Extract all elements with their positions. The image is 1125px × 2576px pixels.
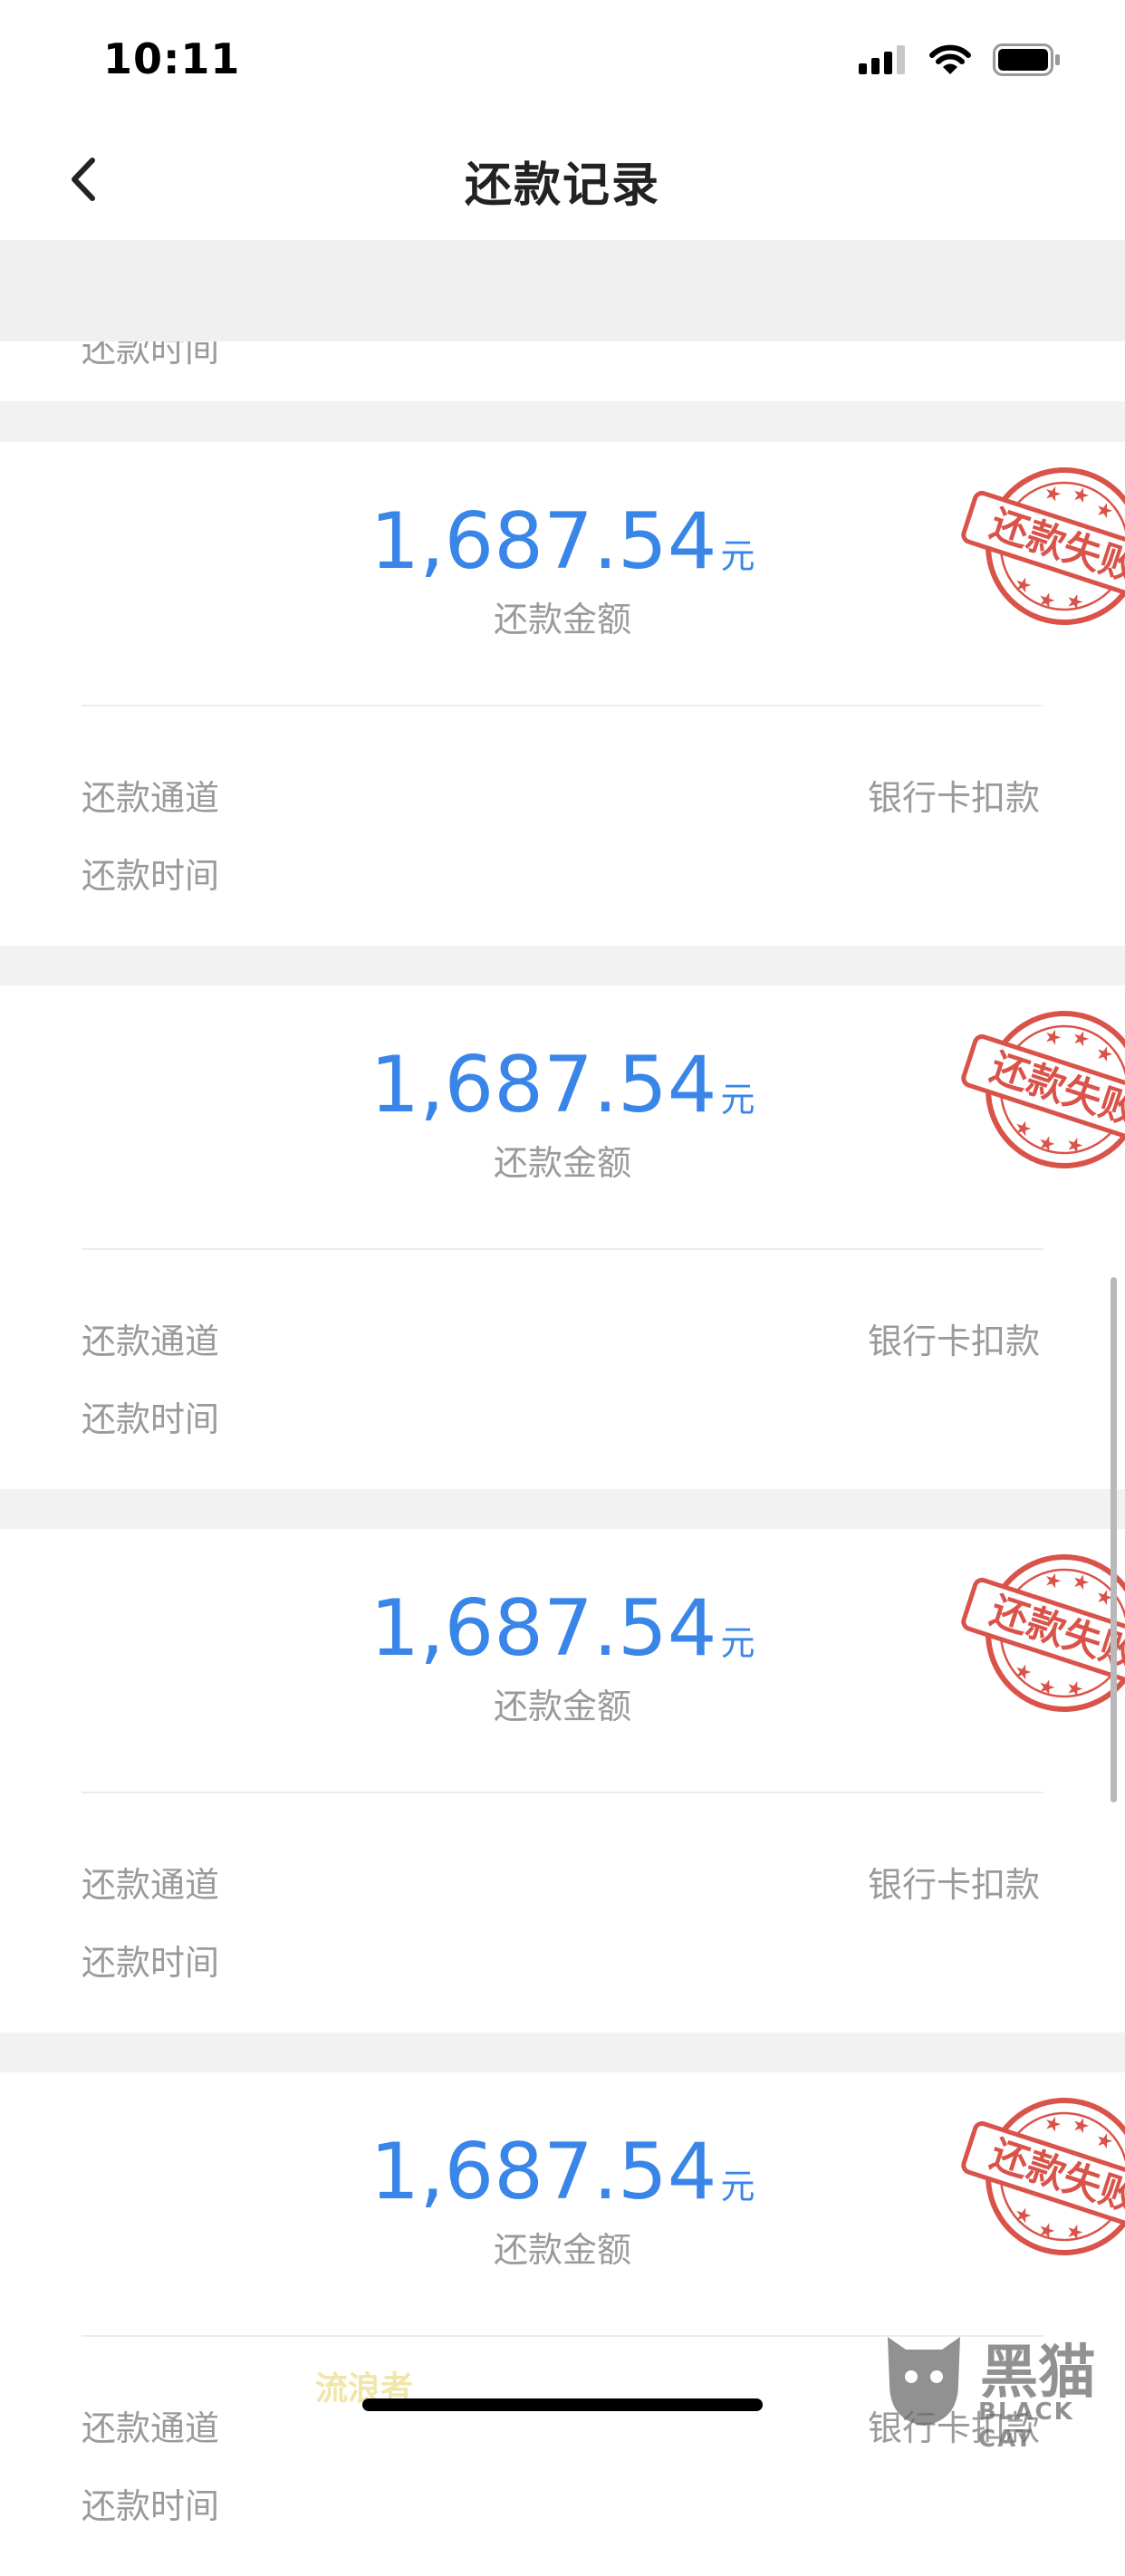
status-icons xyxy=(859,42,1062,78)
divider xyxy=(82,1792,1043,1793)
svg-text:★: ★ xyxy=(1011,1659,1034,1687)
header-band xyxy=(0,240,1125,341)
watermark-brand: 黑猫 xyxy=(980,2340,1096,2407)
channel-value: 银行卡扣款 xyxy=(867,778,1040,818)
svg-text:★: ★ xyxy=(1092,497,1116,524)
channel-label: 还款通道 xyxy=(82,1322,220,1361)
amount-value: 1,687.54 xyxy=(370,1583,717,1674)
amount-unit: 元 xyxy=(720,536,755,576)
amount-value: 1,687.54 xyxy=(370,1040,717,1130)
amount-row: 1,687.54 元 xyxy=(0,2127,1125,2217)
amount-row: 1,687.54 元 xyxy=(0,1583,1125,1674)
watermark-brand-sub: BLACK CAT xyxy=(978,2398,1074,2453)
status-bar: 10:11 xyxy=(0,0,1125,118)
amount-caption: 还款金额 xyxy=(493,1687,631,1726)
failed-stamp-icon: ★ ★ ★ ★ ★ ★ 还款失败 xyxy=(960,460,1125,632)
svg-text:★: ★ xyxy=(1069,2112,1092,2139)
amount-unit: 元 xyxy=(720,1080,755,1120)
record-card[interactable]: 1,687.54 元 还款金额 还款通道 银行卡扣款 还款时间 ★ ★ ★ ★ ★… xyxy=(0,985,1125,1489)
time-label: 还款时间 xyxy=(82,1943,220,1983)
svg-text:★: ★ xyxy=(1092,1041,1116,1068)
nav-bar: 还款记录 xyxy=(0,118,1125,240)
svg-text:★: ★ xyxy=(1034,1674,1058,1701)
amount-caption: 还款金额 xyxy=(493,2230,631,2270)
amount-unit: 元 xyxy=(720,1623,755,1663)
status-time: 10:11 xyxy=(103,34,241,83)
svg-text:★: ★ xyxy=(1041,481,1064,508)
svg-text:★: ★ xyxy=(1034,587,1058,614)
wifi-icon xyxy=(929,44,971,74)
svg-text:★: ★ xyxy=(1011,572,1034,600)
svg-text:★: ★ xyxy=(1062,589,1086,616)
amount-caption: 还款金额 xyxy=(493,600,631,639)
channel-label: 还款通道 xyxy=(82,778,220,818)
time-label: 还款时间 xyxy=(82,856,220,896)
signal-icon xyxy=(859,45,905,74)
failed-stamp-icon: ★ ★ ★ ★ ★ ★ 还款失败 xyxy=(960,2091,1125,2263)
record-card[interactable]: 1,687.54 元 还款金额 还款通道 银行卡扣款 还款时间 ★ ★ ★ ★ ★… xyxy=(0,1529,1125,2033)
svg-text:★: ★ xyxy=(1069,482,1092,509)
partial-time-label: 还款时间 xyxy=(82,341,220,370)
record-card[interactable]: 1,687.54 元 还款金额 还款通道 银行卡扣款 还款时间 ★ ★ ★ ★ ★… xyxy=(0,2072,1125,2576)
svg-text:★: ★ xyxy=(1062,1676,1086,1703)
divider xyxy=(82,1248,1043,1250)
svg-text:★: ★ xyxy=(1062,1132,1086,1159)
partial-record-card: 还款时间 xyxy=(0,341,1125,401)
svg-text:★: ★ xyxy=(1011,2203,1034,2230)
time-label: 还款时间 xyxy=(82,2486,220,2526)
svg-text:★: ★ xyxy=(1041,1568,1064,1595)
svg-text:★: ★ xyxy=(1034,2217,1058,2244)
svg-text:★: ★ xyxy=(1069,1569,1092,1596)
svg-text:★: ★ xyxy=(1034,1130,1058,1158)
amount-value: 1,687.54 xyxy=(370,496,717,587)
record-card[interactable]: 1,687.54 元 还款金额 还款通道 银行卡扣款 还款时间 ★ ★ ★ ★ ★… xyxy=(0,442,1125,946)
amount-row: 1,687.54 元 xyxy=(0,496,1125,587)
failed-stamp-icon: ★ ★ ★ ★ ★ ★ 还款失败 xyxy=(960,1004,1125,1176)
divider xyxy=(82,705,1043,706)
time-label: 还款时间 xyxy=(82,1399,220,1439)
channel-value: 银行卡扣款 xyxy=(867,1322,1040,1361)
svg-text:★: ★ xyxy=(1011,1116,1034,1143)
svg-text:★: ★ xyxy=(1041,2111,1064,2139)
channel-label: 还款通道 xyxy=(82,2408,220,2448)
black-cat-logo-icon: 黑猫 BLACK CAT xyxy=(879,2326,1125,2453)
scrollbar[interactable] xyxy=(1111,1277,1117,1802)
channel-label: 还款通道 xyxy=(82,1865,220,1905)
svg-text:★: ★ xyxy=(1069,1025,1092,1053)
amount-value: 1,687.54 xyxy=(370,2127,717,2217)
svg-text:★: ★ xyxy=(1041,1024,1064,1052)
channel-value: 银行卡扣款 xyxy=(867,1865,1040,1905)
page-title: 还款记录 xyxy=(464,159,660,213)
amount-caption: 还款金额 xyxy=(493,1143,631,1183)
battery-icon xyxy=(993,43,1060,76)
amount-row: 1,687.54 元 xyxy=(0,1040,1125,1130)
svg-text:★: ★ xyxy=(1062,2219,1086,2246)
failed-stamp-icon: ★ ★ ★ ★ ★ ★ 还款失败 xyxy=(960,1547,1125,1719)
amount-unit: 元 xyxy=(720,2167,755,2206)
home-indicator[interactable] xyxy=(362,2398,763,2411)
svg-text:★: ★ xyxy=(1092,2128,1116,2155)
